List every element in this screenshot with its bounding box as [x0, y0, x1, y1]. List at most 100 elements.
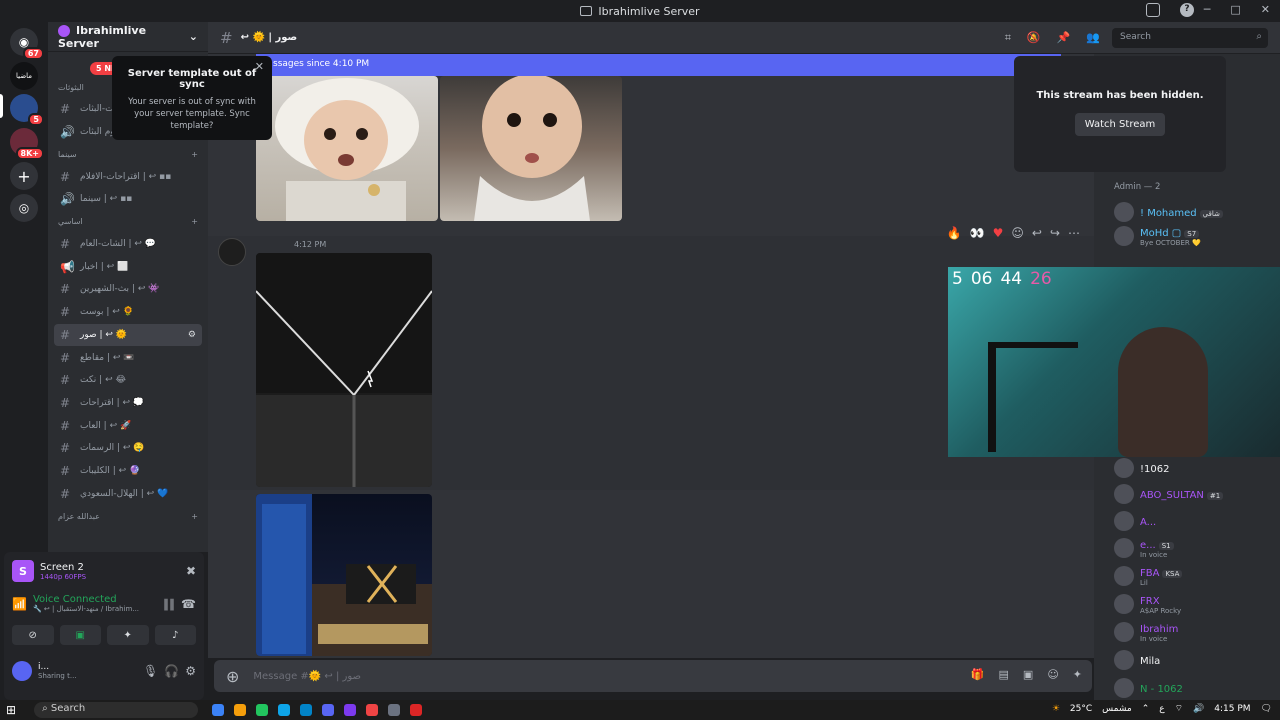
- member-item[interactable]: MoHd ▢ S7 Bye OCTOBER 💛: [1114, 224, 1274, 248]
- discord-taskbar-icon[interactable]: [322, 704, 335, 716]
- members-icon[interactable]: 👥: [1086, 31, 1100, 45]
- channel-item[interactable]: 📢 اخبار | ↩︎ ⬜: [54, 255, 202, 278]
- add-attachment-icon[interactable]: ⊕: [226, 667, 239, 686]
- server-item-ibrahimlive[interactable]: 5: [10, 94, 44, 126]
- attachment-image[interactable]: [256, 76, 438, 221]
- voice-status[interactable]: Voice Connected: [33, 594, 139, 605]
- add-server-icon[interactable]: +: [10, 162, 38, 190]
- headphones-icon[interactable]: 🎧: [164, 664, 179, 678]
- member-item[interactable]: ABO_SULTAN #1: [1114, 482, 1274, 506]
- member-item[interactable]: Ibrahim In voice: [1114, 620, 1274, 644]
- watch-stream-button[interactable]: Watch Stream: [1074, 113, 1166, 136]
- app-icon[interactable]: [344, 704, 357, 716]
- member-item[interactable]: ! Mohamed شاقي: [1114, 200, 1274, 224]
- windows-start-icon[interactable]: ⊞: [6, 703, 16, 717]
- channel-category[interactable]: سينما +: [48, 143, 208, 165]
- chevron-up-icon[interactable]: ⌃: [1142, 704, 1150, 714]
- share-screen-button[interactable]: ▣: [59, 625, 101, 645]
- store-icon[interactable]: [256, 704, 269, 716]
- disconnect-icon[interactable]: ☎: [181, 597, 196, 611]
- reply-icon[interactable]: ↩: [1032, 226, 1042, 240]
- mail-icon[interactable]: [278, 704, 291, 716]
- add-channel-icon[interactable]: +: [191, 150, 198, 159]
- channel-item[interactable]: # اقتراحات | ↩︎ 💭: [54, 392, 202, 415]
- home-button[interactable]: ◉ 67: [10, 28, 44, 60]
- new-messages-bar[interactable]: …ssages since 4:10 PM Ma: [256, 54, 1061, 76]
- weather-temp[interactable]: 25°C: [1070, 704, 1092, 714]
- member-item[interactable]: A...: [1114, 509, 1274, 533]
- mute-icon[interactable]: 🔕: [1027, 31, 1041, 45]
- channel-item[interactable]: # بث-الشهيرين | ↩︎ 👾: [54, 278, 202, 301]
- avatar[interactable]: [218, 238, 246, 266]
- soundboard-icon[interactable]: ∥∥: [163, 597, 175, 611]
- stop-share-icon[interactable]: ✖: [186, 564, 196, 578]
- chrome-icon[interactable]: [366, 704, 379, 716]
- message-composer[interactable]: ⊕ Message #🌞 ↩︎ | صور 🎁 ▤ ▣ ☺ ✦: [214, 660, 1092, 692]
- threads-icon[interactable]: ⌗: [1005, 31, 1011, 45]
- forward-icon[interactable]: ↪: [1050, 226, 1060, 240]
- channel-item[interactable]: # الشات-العام | ↩︎ 💬: [54, 233, 202, 256]
- voice-location[interactable]: 🔧 ↩︎ | منهد-الاستقبال / Ibrahim...: [33, 605, 139, 613]
- member-item[interactable]: Mila: [1114, 648, 1274, 672]
- inbox-icon[interactable]: [1146, 3, 1160, 17]
- sticker-icon[interactable]: ▣: [1023, 668, 1033, 681]
- member-item[interactable]: FRX A$AP Rocky: [1114, 592, 1274, 616]
- member-item[interactable]: FBA KSA Lil: [1114, 564, 1274, 588]
- close-icon[interactable]: ✕: [255, 60, 264, 73]
- close-icon[interactable]: ✕: [1261, 3, 1270, 16]
- volume-icon[interactable]: 🔊: [1193, 704, 1204, 714]
- pin-icon[interactable]: 📌: [1057, 31, 1071, 45]
- channel-item[interactable]: # صور | ↩︎ 🌞 ⚙: [54, 323, 202, 347]
- channel-item[interactable]: 🔊 سينما | ↩︎ ▪▪: [54, 188, 202, 211]
- channel-item[interactable]: # الكليبات | ↩︎ 🔮: [54, 460, 202, 483]
- channel-category[interactable]: اساسي +: [48, 211, 208, 233]
- gift-icon[interactable]: 🎁: [971, 668, 985, 681]
- server-item[interactable]: ماضيا: [10, 62, 38, 90]
- channel-item[interactable]: # بوست | ↩︎ 🌻: [54, 301, 202, 324]
- channel-item[interactable]: # العاب | ↩︎ 🚀: [54, 414, 202, 437]
- server-item[interactable]: 8K+: [10, 128, 44, 160]
- search-input[interactable]: Search ⌕: [1112, 28, 1268, 48]
- camera-off-button[interactable]: ⊘: [12, 625, 54, 645]
- help-icon[interactable]: ?: [1180, 3, 1194, 17]
- gif-icon[interactable]: ▤: [999, 668, 1009, 681]
- eyes-reaction-icon[interactable]: 👀: [970, 226, 985, 240]
- add-channel-icon[interactable]: +: [191, 217, 198, 226]
- channel-category[interactable]: عبدالله عزام +: [48, 505, 208, 527]
- maps-icon[interactable]: [410, 704, 423, 716]
- avatar[interactable]: [12, 661, 32, 681]
- attachment-image[interactable]: [256, 253, 432, 487]
- soundboard-button[interactable]: ♪: [154, 625, 196, 645]
- attachment-image[interactable]: [256, 494, 432, 656]
- channel-item[interactable]: # اقتراحات-الافلام | ↩︎ ▪▪: [54, 165, 202, 188]
- more-icon[interactable]: ⋯: [1068, 226, 1080, 240]
- add-channel-icon[interactable]: +: [191, 512, 198, 521]
- taskbar-search[interactable]: ⌕ Search: [34, 702, 199, 718]
- maximize-icon[interactable]: □: [1230, 3, 1240, 16]
- microphone-icon[interactable]: 🎙: [143, 664, 158, 678]
- notifications-icon[interactable]: 🗨: [1261, 704, 1272, 714]
- minimize-icon[interactable]: ─: [1204, 3, 1211, 16]
- settings-icon[interactable]: [388, 704, 401, 716]
- edge-icon[interactable]: [300, 704, 313, 716]
- channel-item[interactable]: # مقاطع | ↩︎ 📼: [54, 346, 202, 369]
- member-item[interactable]: !1062: [1114, 456, 1274, 480]
- channel-item[interactable]: # الهلال-السعودي | ↩︎ 💙: [54, 482, 202, 505]
- activities-button[interactable]: ✦: [107, 625, 149, 645]
- gear-icon[interactable]: ⚙: [185, 664, 196, 678]
- clock[interactable]: 4:15 PM: [1214, 704, 1250, 714]
- add-reaction-icon[interactable]: ☺: [1011, 226, 1024, 240]
- wifi-icon[interactable]: ⌔: [1175, 703, 1183, 714]
- apps-icon[interactable]: ✦: [1073, 668, 1082, 681]
- discover-icon[interactable]: ◎: [10, 194, 38, 222]
- member-item[interactable]: e... S1 In voice: [1114, 536, 1274, 560]
- file-explorer-icon[interactable]: [234, 704, 247, 716]
- heart-reaction-icon[interactable]: ♥: [993, 226, 1004, 240]
- server-header[interactable]: Ibrahimlive Server ⌄: [48, 22, 208, 52]
- copilot-icon[interactable]: [212, 704, 225, 716]
- member-item[interactable]: N - 1062: [1114, 676, 1274, 700]
- gear-icon[interactable]: ⚙: [188, 330, 196, 340]
- language-indicator[interactable]: ع: [1159, 704, 1164, 714]
- channel-item[interactable]: # الرسمات | ↩︎ 🤤: [54, 437, 202, 460]
- emoji-icon[interactable]: ☺: [1047, 668, 1058, 681]
